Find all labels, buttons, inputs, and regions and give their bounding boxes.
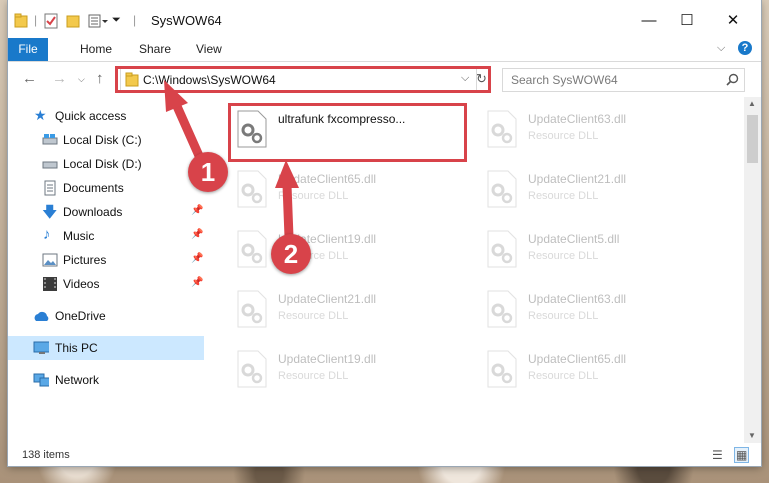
arrow-2 [275,160,299,242]
annotation-arrows [164,80,299,242]
step-2-badge: 2 [271,234,311,274]
step-1-badge: 1 [188,152,228,192]
arrow-1 [164,80,205,163]
